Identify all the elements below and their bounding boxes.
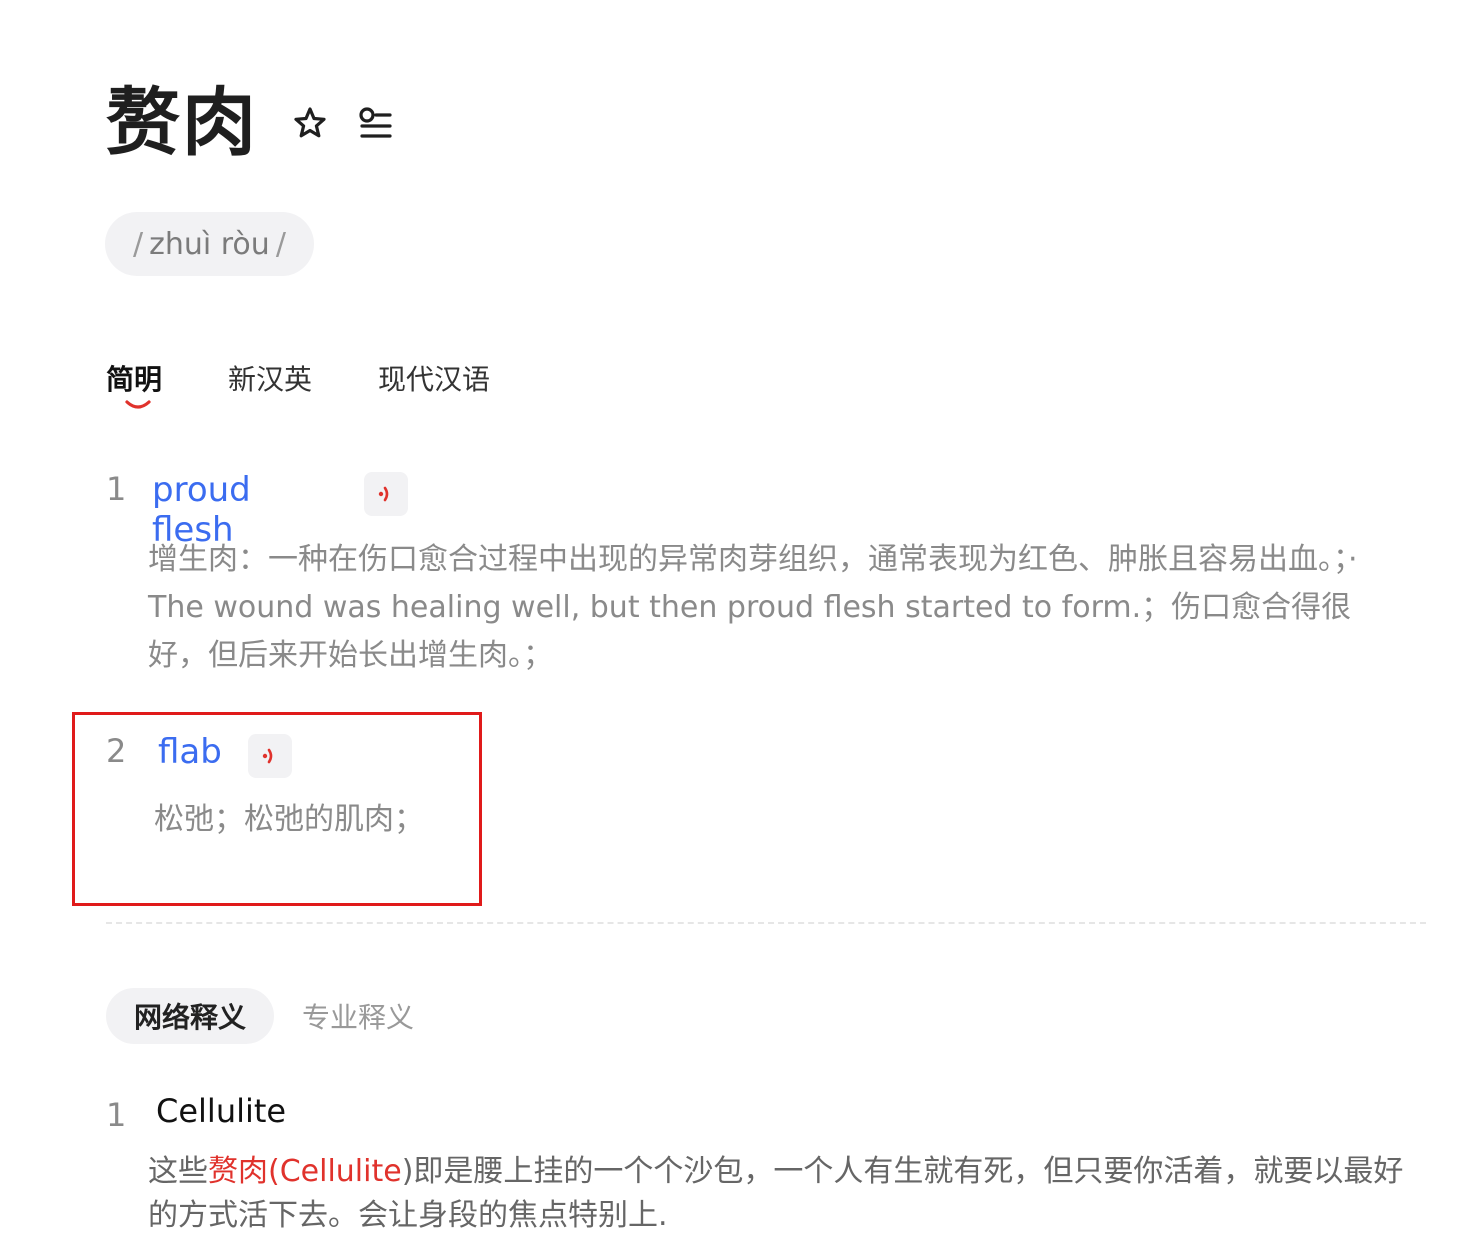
tab-web-definition[interactable]: 网络释义	[106, 988, 275, 1044]
web-definition-term[interactable]: Cellulite	[156, 1092, 286, 1130]
speaker-icon	[262, 748, 273, 764]
tab-professional-definition[interactable]: 专业释义	[274, 988, 442, 1044]
web-definition-number: 1	[106, 1096, 127, 1134]
headword-title: 赘肉	[106, 80, 258, 166]
tab-xinhanying[interactable]: 新汉英	[228, 360, 312, 400]
tab-label: 新汉英	[228, 363, 313, 396]
tab-label: 简明	[106, 363, 163, 396]
pinyin-text: zhuì ròu	[149, 226, 270, 262]
tab-xiandaihanyu[interactable]: 现代汉语	[378, 360, 490, 400]
definition-description: 增生肉：一种在伤口愈合过程中出现的异常肉芽组织，通常表现为红色、肿胀且容易出血。…	[148, 542, 1358, 673]
pronounce-button[interactable]	[364, 472, 408, 516]
speaker-icon	[378, 486, 389, 502]
active-tab-indicator	[125, 400, 151, 409]
list-add-icon[interactable]	[358, 105, 394, 141]
pinyin-slash-right: /	[275, 226, 286, 262]
desc-highlight-word: 赘肉	[208, 1154, 268, 1189]
star-outline-icon[interactable]	[292, 105, 328, 141]
dictionary-tabs: 简明 新汉英 现代汉语	[106, 360, 556, 409]
section-divider	[106, 922, 1426, 924]
pinyin-pill: / zhuì ròu /	[105, 212, 314, 276]
desc-prefix: 这些	[148, 1154, 208, 1189]
headword-row: 赘肉	[106, 78, 394, 168]
pinyin-slash-left: /	[133, 226, 144, 262]
definition-word-link[interactable]: flab	[158, 732, 222, 772]
pronounce-button[interactable]	[248, 734, 292, 778]
desc-highlight-paren: (Cellulite	[268, 1154, 402, 1189]
web-definition-tabs: 网络释义 专业释义	[106, 988, 442, 1044]
tab-jianming[interactable]: 简明	[106, 360, 163, 409]
tab-label: 现代汉语	[378, 363, 491, 396]
definition-number: 1	[106, 470, 127, 508]
definition-description: 松弛；松弛的肌肉；	[154, 802, 424, 837]
web-definition-description: 这些赘肉(Cellulite)即是腰上挂的一个个沙包，一个人有生就有死，但只要你…	[148, 1150, 1418, 1238]
definition-number: 2	[106, 732, 127, 770]
